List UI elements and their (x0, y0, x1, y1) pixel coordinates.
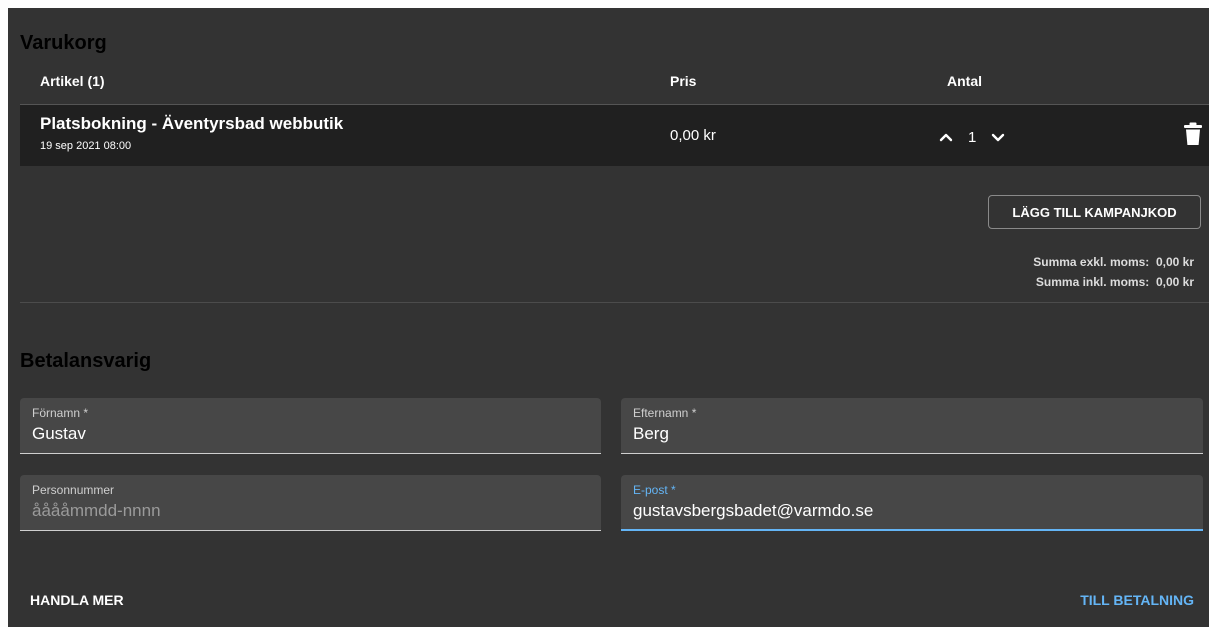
email-label: E-post * (633, 483, 676, 497)
quantity-stepper: 1 (938, 126, 1006, 148)
section-divider (20, 302, 1209, 303)
total-excl-vat-label: Summa exkl. moms: (1033, 255, 1150, 269)
chevron-down-icon[interactable] (990, 129, 1006, 145)
personal-number-field[interactable]: Personnummer (20, 475, 601, 531)
item-price: 0,00 kr (670, 127, 716, 144)
column-price: Pris (670, 73, 697, 89)
first-name-field[interactable]: Förnamn * (20, 398, 601, 454)
add-promo-code-button[interactable]: LÄGG TILL KAMPANJKOD (988, 195, 1201, 229)
to-payment-button[interactable]: TILL BETALNING (1080, 592, 1194, 608)
item-date: 19 sep 2021 08:00 (40, 140, 132, 152)
total-incl-vat-value: 0,00 kr (1155, 275, 1194, 289)
email-input[interactable] (633, 501, 1191, 521)
total-incl-vat-label: Summa inkl. moms: (1035, 275, 1150, 289)
last-name-label: Efternamn * (633, 406, 697, 420)
last-name-input[interactable] (633, 424, 1191, 444)
total-excl-vat: Summa exkl. moms: 0,00 kr (1033, 255, 1194, 269)
last-name-field[interactable]: Efternamn * (621, 398, 1203, 454)
quantity-value: 1 (968, 128, 977, 146)
shop-more-button[interactable]: HANDLA MER (30, 592, 124, 608)
personal-number-input[interactable] (32, 501, 589, 521)
total-excl-vat-value: 0,00 kr (1155, 255, 1194, 269)
chevron-up-icon[interactable] (938, 129, 954, 145)
first-name-input[interactable] (32, 424, 589, 444)
cart-title: Varukorg (20, 32, 107, 54)
payer-title: Betalansvarig (20, 350, 152, 372)
column-quantity: Antal (947, 73, 982, 89)
cart-item-row: Platsbokning - Äventyrsbad webbutik 19 s… (20, 105, 1209, 166)
first-name-label: Förnamn * (32, 406, 89, 420)
total-incl-vat: Summa inkl. moms: 0,00 kr (1036, 275, 1194, 289)
trash-icon[interactable] (1184, 122, 1202, 146)
cart-table-header: Artikel (1) Pris Antal (20, 70, 1209, 105)
column-article: Artikel (1) (40, 73, 105, 89)
checkout-panel: Varukorg Artikel (1) Pris Antal Platsbok… (8, 8, 1209, 627)
item-name: Platsbokning - Äventyrsbad webbutik (40, 114, 344, 133)
personal-number-label: Personnummer (32, 483, 115, 497)
email-field[interactable]: E-post * (621, 475, 1203, 531)
